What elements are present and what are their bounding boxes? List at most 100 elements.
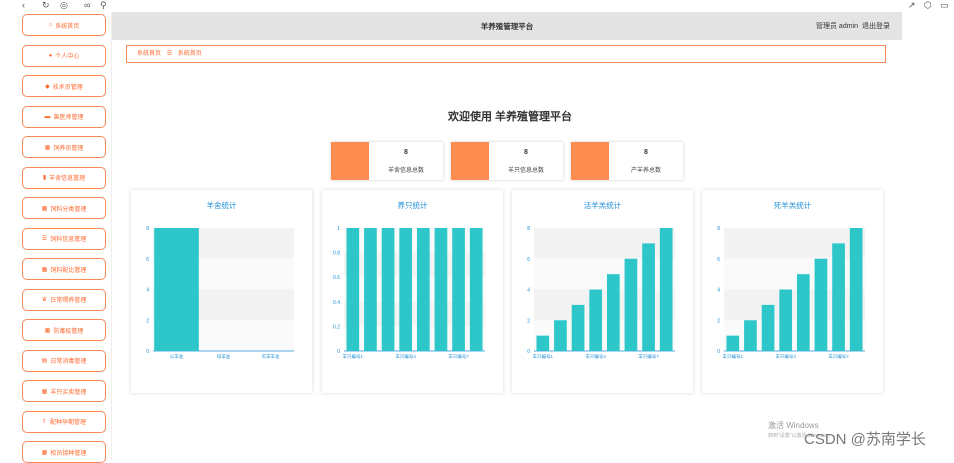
sidebar-item[interactable]: ▦ 饲养员管理 xyxy=(22,136,106,158)
link-icon[interactable]: ∞ xyxy=(84,0,90,10)
sidebar-item-label: 权员接种管理 xyxy=(50,450,87,457)
x-tick-label: 羊只编号1 xyxy=(343,353,364,360)
share-icon[interactable]: ↗ xyxy=(908,0,916,10)
welcome-title: 欢迎使用 羊养殖管理平台 xyxy=(447,111,573,123)
user-label: 管理员 admin xyxy=(815,23,858,30)
sidebar-item-label: 个人中心 xyxy=(55,54,80,60)
bar xyxy=(726,335,740,351)
sidebar-item[interactable]: ⌂ 系统首页 xyxy=(22,14,106,36)
bar-chart: 0 2 4 6 8 羊只编号1 羊只编号4 羊只编号7 xyxy=(527,226,675,360)
chart-panel-live-lambs: 活羊羔统计 0 2 4 6 8 羊只编号1 羊只编号4 羊只编号7 xyxy=(512,190,693,393)
y-tick-label: 6 xyxy=(717,257,720,263)
bar-chart: 0 2 4 6 8 羊只编号1 羊只编号4 羊只编号7 xyxy=(717,226,865,360)
sidebar-item-label: 羊舍信息管理 xyxy=(49,176,86,182)
breadcrumb-root[interactable]: 系统首页 xyxy=(137,51,161,57)
chart-title: 养只统计 xyxy=(397,201,428,210)
chart-title: 羊舍统计 xyxy=(206,201,237,210)
y-tick-label: 2 xyxy=(527,318,530,324)
bar xyxy=(744,320,757,351)
x-tick-label: 羊只编号7 xyxy=(828,353,849,360)
y-tick-label: 0.4 xyxy=(333,300,340,306)
chart-panel-sheep: 养只统计 0 0.2 0.4 0.6 0.8 1 羊只编号1 羊只编号4 羊只编号7 xyxy=(322,190,503,393)
bar-chart: 0 2 4 6 8 公羊舍 母羊舍 羔羊羊舍 xyxy=(146,226,294,360)
stat-card-color-block xyxy=(451,142,489,180)
browser-toolbar: ‹ ↻ ◎ ∞ ⚲ ↗ ⬡ ▭ xyxy=(0,0,954,12)
y-tick-label: 0.2 xyxy=(333,324,340,330)
bar xyxy=(346,228,360,351)
y-tick-label: 4 xyxy=(146,288,149,294)
sidebar-item-label: 配种孕期管理 xyxy=(50,420,87,426)
breadcrumb-separator-icon: ☰ xyxy=(166,51,173,57)
y-tick-label: 0 xyxy=(146,349,149,355)
sidebar-item-label: 防毒疫管理 xyxy=(53,328,84,335)
bar xyxy=(571,304,585,351)
grid-icon: ▦ xyxy=(41,388,48,395)
y-tick-label: 2 xyxy=(717,318,720,324)
bar xyxy=(761,304,775,351)
grid-icon: ▦ xyxy=(44,144,51,151)
bar-chart: 0 0.2 0.4 0.6 0.8 1 羊只编号1 羊只编号4 羊只编号7 xyxy=(333,226,485,360)
sidebar-item[interactable]: ▤ 日常消毒管理 xyxy=(22,349,106,372)
database-icon: ▤ xyxy=(41,358,48,364)
y-tick-label: 6 xyxy=(146,257,149,263)
window-icon[interactable]: ▭ xyxy=(940,0,949,10)
sidebar-item[interactable]: ◆ 技术员管理 xyxy=(22,75,106,97)
x-tick-label: 羊只编号1 xyxy=(723,353,744,360)
sidebar-item[interactable]: ♛ 日常喂养管理 xyxy=(22,288,106,311)
table-icon: ▦ xyxy=(41,205,48,212)
sidebar-item[interactable]: ▦ 饲料配比管理 xyxy=(22,258,106,280)
chart-panel-sheepfold: 羊舍统计 0 2 4 6 8 公羊舍 母羊舍 羔羊羊舍 xyxy=(131,190,312,393)
x-tick-label: 羊只编号4 xyxy=(395,353,416,360)
bar xyxy=(536,335,550,351)
sidebar-item-label: 系统首页 xyxy=(55,23,80,30)
stat-card-sheepfold: 8 羊舍信息总数 xyxy=(331,142,443,180)
sidebar: ⌂ 系统首页 ● 个人中心 ◆ 技术员管理 ▬ 兽医师管理 ▦ 饲养员管理 ▮ 羊舍信息管理 ▦ 饲料分类… xyxy=(0,12,112,463)
bar xyxy=(154,228,199,351)
bar xyxy=(832,243,845,351)
y-tick-label: 2 xyxy=(146,318,149,324)
logout-link[interactable]: 退出登录 xyxy=(862,23,890,30)
grid-icon: ▦ xyxy=(41,449,48,456)
back-icon[interactable]: ‹ xyxy=(22,0,25,10)
sidebar-item[interactable]: ▦ 饲料分类管理 xyxy=(22,197,106,219)
stat-card-color-block xyxy=(331,142,369,180)
sidebar-item[interactable]: ● 个人中心 xyxy=(22,44,106,67)
list-icon: ☰ xyxy=(41,236,48,242)
bar xyxy=(849,228,863,351)
y-tick-label: 6 xyxy=(527,257,530,263)
x-tick-label: 羊只编号4 xyxy=(775,353,796,360)
sidebar-item[interactable]: ▦ 防毒疫管理 xyxy=(22,319,106,341)
monitor-icon: ▬ xyxy=(44,113,51,120)
sidebar-item[interactable]: ▮ 羊舍信息管理 xyxy=(22,166,106,189)
bar xyxy=(589,289,603,351)
y-tick-label: 8 xyxy=(146,226,149,232)
grid-icon: ▦ xyxy=(41,266,48,273)
x-tick-label: 公羊舍 xyxy=(170,353,184,360)
sidebar-item[interactable]: ▬ 兽医师管理 xyxy=(22,105,106,128)
bar xyxy=(606,274,620,351)
sidebar-item[interactable]: ⇧ 配种孕期管理 xyxy=(22,410,106,433)
extension-icon[interactable]: ⚲ xyxy=(100,0,107,10)
y-tick-label: 1 xyxy=(337,226,340,232)
sidebar-item-label: 技术员管理 xyxy=(52,84,83,91)
bar xyxy=(554,320,567,351)
stat-card-value: 8 xyxy=(524,149,528,156)
x-tick-label: 羊只编号4 xyxy=(585,353,606,360)
sidebar-item[interactable]: ▦ 羊只买卖管理 xyxy=(22,380,106,402)
y-tick-label: 4 xyxy=(717,288,720,294)
sidebar-item-label: 饲料信息管理 xyxy=(50,237,87,243)
bar xyxy=(659,228,673,351)
refresh-icon[interactable]: ↻ xyxy=(42,0,50,10)
breadcrumb: 系统首页 ☰ 系统首页 xyxy=(126,45,886,63)
breadcrumb-current: 系统首页 xyxy=(177,51,202,57)
csdn-watermark: CSDN @苏南学长 xyxy=(804,431,926,448)
stat-card-lambing: 8 产羊养总数 xyxy=(571,142,683,180)
stat-card-label: 羊舍信息总数 xyxy=(387,168,424,174)
x-tick-label: 羊只编号1 xyxy=(533,353,554,360)
box-icon[interactable]: ⬡ xyxy=(924,0,932,10)
grid-icon: ▦ xyxy=(44,327,51,334)
globe-icon[interactable]: ◎ xyxy=(60,0,68,10)
bar xyxy=(779,289,793,351)
stat-card-value: 8 xyxy=(404,149,408,156)
sidebar-item[interactable]: ☰ 饲料信息管理 xyxy=(22,227,106,250)
